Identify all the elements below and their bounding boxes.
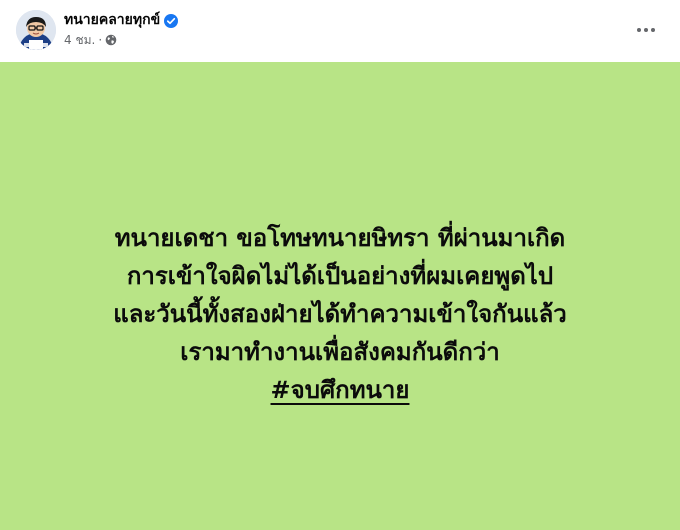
- post-meta: 4 ชม. ·: [64, 32, 117, 48]
- author-avatar[interactable]: [16, 10, 56, 50]
- post-text-line: เรามาทำงานเพื่อสังคมกันดีกว่า: [180, 338, 500, 366]
- post-header: ทนายคลายทุกข์ 4 ชม. ·: [0, 0, 680, 62]
- post-text-background: ทนายเดชา ขอโทษทนายษิทรา ที่ผ่านมาเกิด กา…: [0, 62, 680, 530]
- author-line: ทนายคลายทุกข์: [64, 11, 179, 29]
- meta-separator: ·: [98, 33, 103, 47]
- more-horizontal-icon: [637, 28, 655, 32]
- post-text-line: ทนายเดชา ขอโทษทนายษิทรา ที่ผ่านมาเกิด: [114, 224, 566, 252]
- hashtag-link[interactable]: #จบศึกทนาย: [271, 376, 410, 404]
- post-text-line: และวันนี้ทั้งสองฝ่ายได้ทำความเข้าใจกันแล…: [113, 300, 567, 328]
- globe-icon[interactable]: [105, 34, 117, 46]
- avatar-image: [16, 10, 56, 50]
- post-timestamp[interactable]: 4 ชม.: [64, 32, 95, 48]
- post-text-line: การเข้าใจผิดไม่ได้เป็นอย่างที่ผมเคยพูดไป: [126, 262, 554, 290]
- verified-badge-icon: [164, 13, 179, 28]
- more-options-button[interactable]: [630, 14, 662, 46]
- author-name[interactable]: ทนายคลายทุกข์: [64, 11, 160, 29]
- post-text: ทนายเดชา ขอโทษทนายษิทรา ที่ผ่านมาเกิด กา…: [40, 219, 640, 409]
